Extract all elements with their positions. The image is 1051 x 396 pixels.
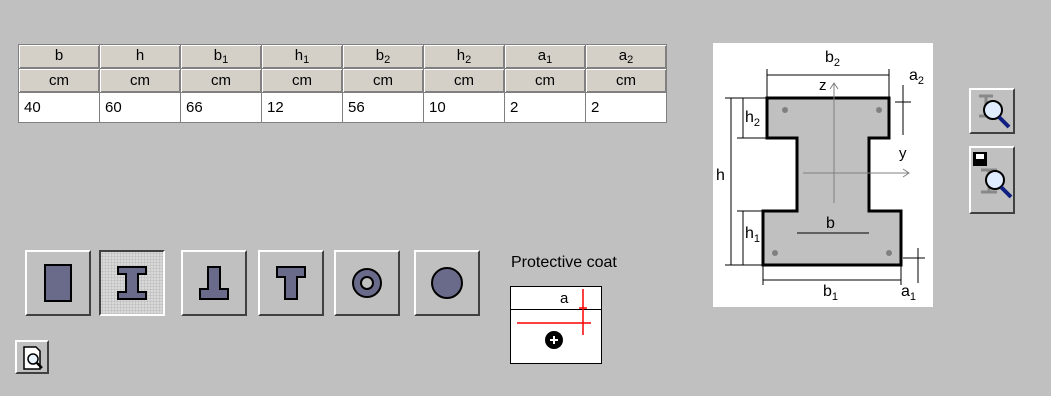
unit-cell: cm xyxy=(261,68,343,93)
i-section-icon xyxy=(117,266,147,300)
value-a1-cell[interactable]: 2 xyxy=(504,92,586,123)
unit-cell: cm xyxy=(342,68,424,93)
unit-cell: cm xyxy=(585,68,667,93)
header-h1: h1 xyxy=(261,44,343,69)
diagram-h-label: h xyxy=(716,167,725,184)
unit-cell: cm xyxy=(504,68,586,93)
header-h2: h2 xyxy=(423,44,505,69)
section-dimensions-table: b h b1 h1 b2 h2 a1 a2 cm cm cm cm cm cm … xyxy=(18,44,667,123)
diagram-y-axis-label: y xyxy=(899,145,907,162)
value-b1-cell[interactable]: 66 xyxy=(180,92,262,123)
header-a2: a2 xyxy=(585,44,667,69)
diagram-b1-label: b1 xyxy=(823,283,839,304)
print-preview-icon xyxy=(23,346,43,370)
diagram-a1-label: a1 xyxy=(901,283,917,304)
inverted-t-section-button[interactable] xyxy=(181,250,247,316)
rectangle-section-button[interactable] xyxy=(25,250,91,316)
unit-cell: cm xyxy=(99,68,181,93)
save-zoom-icon xyxy=(973,152,1013,199)
unit-cell: cm xyxy=(180,68,262,93)
values-row: 40 60 66 12 56 10 2 2 xyxy=(18,92,667,123)
circle-section-icon xyxy=(431,267,463,299)
units-row: cm cm cm cm cm cm cm cm xyxy=(18,68,667,93)
value-b-cell[interactable]: 40 xyxy=(18,92,100,123)
i-section-button[interactable] xyxy=(99,250,165,316)
diagram-h1-label: h1 xyxy=(745,225,761,246)
value-h2-cell[interactable]: 10 xyxy=(423,92,505,123)
header-h: h xyxy=(99,44,181,69)
ring-section-button[interactable] xyxy=(334,250,400,316)
header-a1: a1 xyxy=(504,44,586,69)
value-a2-cell[interactable]: 2 xyxy=(585,92,667,123)
circle-section-button[interactable] xyxy=(414,250,480,316)
zoom-section-icon xyxy=(979,94,1011,129)
save-zoom-button[interactable] xyxy=(969,146,1015,214)
coat-dimension-icon xyxy=(517,289,591,349)
diagram-z-axis-label: z xyxy=(819,77,827,94)
header-b1: b1 xyxy=(180,44,262,69)
inverted-t-section-icon xyxy=(199,266,229,300)
diagram-b-label: b xyxy=(826,215,835,232)
t-section-icon xyxy=(276,266,306,300)
value-b2-cell[interactable]: 56 xyxy=(342,92,424,123)
unit-cell: cm xyxy=(423,68,505,93)
zoom-section-button[interactable] xyxy=(969,88,1015,134)
value-h-cell[interactable]: 60 xyxy=(99,92,181,123)
header-row: b h b1 h1 b2 h2 a1 a2 xyxy=(18,44,667,69)
unit-cell: cm xyxy=(18,68,100,93)
t-section-button[interactable] xyxy=(258,250,324,316)
diagram-h2-label: h2 xyxy=(745,109,761,130)
protective-coat-diagram: a xyxy=(510,286,602,364)
diagram-b2-label: b2 xyxy=(825,49,841,70)
ring-section-icon xyxy=(352,268,382,298)
rectangle-section-icon xyxy=(44,264,72,302)
header-b2: b2 xyxy=(342,44,424,69)
print-preview-button[interactable] xyxy=(15,340,49,374)
diagram-a2-label: a2 xyxy=(909,67,925,88)
header-b: b xyxy=(18,44,100,69)
value-h1-cell[interactable]: 12 xyxy=(261,92,343,123)
protective-coat-label: Protective coat xyxy=(511,254,617,271)
cross-section-diagram: b2 a2 z y h2 h h1 b b1 a1 xyxy=(713,43,933,307)
